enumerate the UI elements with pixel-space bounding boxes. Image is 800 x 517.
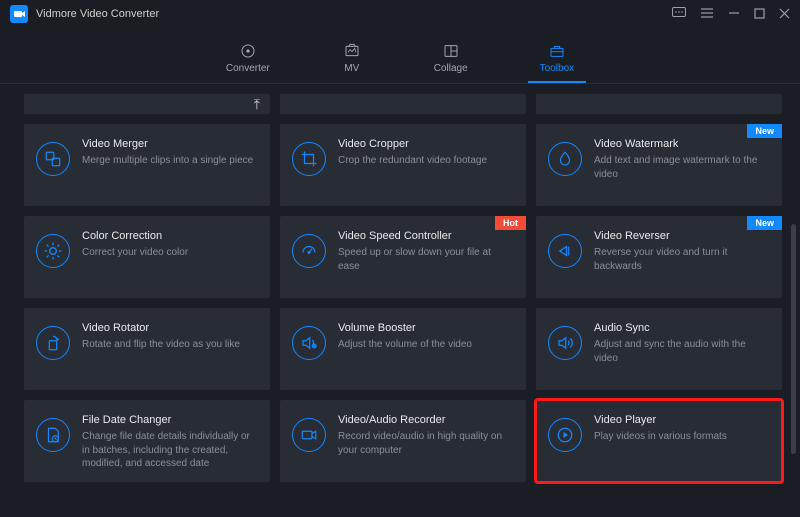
tool-card-va-recorder[interactable]: Video/Audio Recorder Record video/audio …: [280, 400, 526, 482]
tool-card-partial[interactable]: ⤒: [24, 94, 270, 114]
camera-icon: [13, 8, 25, 20]
tool-title: Video Speed Controller: [338, 230, 512, 242]
tool-title: Video/Audio Recorder: [338, 414, 512, 426]
video-player-icon: [548, 418, 582, 452]
tool-card-audio-sync[interactable]: Audio Sync Adjust and sync the audio wit…: [536, 308, 782, 390]
tool-title: Color Correction: [82, 230, 256, 242]
tool-title: Video Merger: [82, 138, 256, 150]
video-reverser-icon: [548, 234, 582, 268]
volume-booster-icon: [292, 326, 326, 360]
tool-card-video-reverser[interactable]: Video Reverser Reverse your video and tu…: [536, 216, 782, 298]
tab-toolbox[interactable]: Toolbox: [534, 28, 580, 83]
audio-sync-icon: [548, 326, 582, 360]
tool-desc: Adjust and sync the audio with the video: [594, 338, 768, 365]
tab-label: Converter: [226, 63, 270, 74]
video-rotator-icon: [36, 326, 70, 360]
tool-title: Audio Sync: [594, 322, 768, 334]
tool-title: Volume Booster: [338, 322, 512, 334]
tool-title: Video Watermark: [594, 138, 768, 150]
tool-desc: Crop the redundant video footage: [338, 154, 512, 168]
tab-mv[interactable]: MV: [336, 28, 368, 83]
video-cropper-icon: [292, 142, 326, 176]
converter-icon: [238, 43, 258, 59]
tool-card-video-watermark[interactable]: Video Watermark Add text and image water…: [536, 124, 782, 206]
app-logo: [10, 5, 28, 23]
tool-desc: Add text and image watermark to the vide…: [594, 154, 768, 181]
toolbox-icon: [547, 43, 567, 59]
tool-desc: Play videos in various formats: [594, 430, 768, 444]
maximize-icon[interactable]: [754, 7, 765, 22]
tool-card-file-date-changer[interactable]: File Date Changer Change file date detai…: [24, 400, 270, 482]
feedback-icon[interactable]: [672, 7, 686, 22]
va-recorder-icon: [292, 418, 326, 452]
close-icon[interactable]: [779, 7, 790, 22]
tool-desc: Rotate and flip the video as you like: [82, 338, 256, 352]
toolbox-panel: ⤒ Video Merger Merge multiple clips into…: [0, 84, 800, 517]
tool-card-video-player[interactable]: Video Player Play videos in various form…: [536, 400, 782, 482]
mv-icon: [342, 43, 362, 59]
tab-label: MV: [344, 63, 359, 74]
tool-desc: Adjust the volume of the video: [338, 338, 512, 352]
tool-grid: Video Merger Merge multiple clips into a…: [24, 124, 782, 482]
tool-card-color-correction[interactable]: Color Correction Correct your video colo…: [24, 216, 270, 298]
tool-card-speed-controller[interactable]: Video Speed Controller Speed up or slow …: [280, 216, 526, 298]
tool-title: Video Rotator: [82, 322, 256, 334]
tab-label: Collage: [434, 63, 468, 74]
badge-new: New: [747, 216, 782, 230]
tool-card-partial[interactable]: [536, 94, 782, 114]
badge-hot: Hot: [495, 216, 526, 230]
tool-card-video-merger[interactable]: Video Merger Merge multiple clips into a…: [24, 124, 270, 206]
tool-desc: Correct your video color: [82, 246, 256, 260]
video-watermark-icon: [548, 142, 582, 176]
upload-arrow-icon: ⤒: [254, 96, 260, 113]
badge-new: New: [747, 124, 782, 138]
tab-label: Toolbox: [540, 63, 574, 74]
tool-desc: Record video/audio in high quality on yo…: [338, 430, 512, 457]
partial-row: ⤒: [24, 94, 782, 114]
file-date-changer-icon: [36, 418, 70, 452]
tab-converter[interactable]: Converter: [220, 28, 276, 83]
tool-card-video-cropper[interactable]: Video Cropper Crop the redundant video f…: [280, 124, 526, 206]
collage-icon: [441, 43, 461, 59]
tab-collage[interactable]: Collage: [428, 28, 474, 83]
tool-title: Video Reverser: [594, 230, 768, 242]
speed-controller-icon: [292, 234, 326, 268]
tool-card-partial[interactable]: [280, 94, 526, 114]
tool-title: Video Player: [594, 414, 768, 426]
color-correction-icon: [36, 234, 70, 268]
video-merger-icon: [36, 142, 70, 176]
tool-title: Video Cropper: [338, 138, 512, 150]
tool-desc: Merge multiple clips into a single piece: [82, 154, 256, 168]
tool-desc: Speed up or slow down your file at ease: [338, 246, 512, 273]
titlebar: Vidmore Video Converter: [0, 0, 800, 28]
tool-desc: Change file date details individually or…: [82, 430, 256, 471]
tool-card-volume-booster[interactable]: Volume Booster Adjust the volume of the …: [280, 308, 526, 390]
tool-card-video-rotator[interactable]: Video Rotator Rotate and flip the video …: [24, 308, 270, 390]
menu-icon[interactable]: [700, 7, 714, 22]
app-title: Vidmore Video Converter: [36, 8, 159, 20]
tool-desc: Reverse your video and turn it backwards: [594, 246, 768, 273]
main-tabs: Converter MV Collage Toolbox: [0, 28, 800, 84]
tool-title: File Date Changer: [82, 414, 256, 426]
scrollbar-thumb[interactable]: [791, 224, 796, 454]
minimize-icon[interactable]: [728, 7, 740, 22]
